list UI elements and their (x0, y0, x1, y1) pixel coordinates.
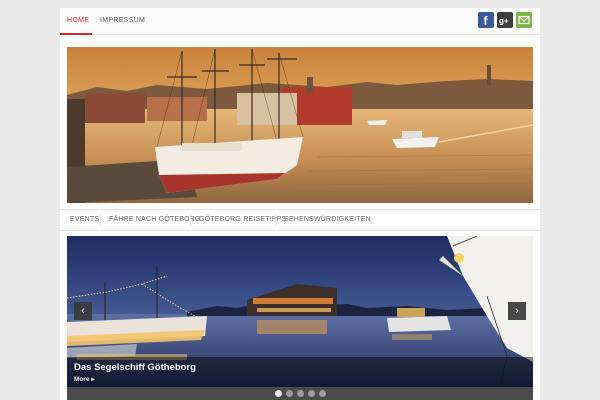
catnav-item-events[interactable]: EVENTS (70, 210, 99, 230)
slider-pagination (67, 387, 533, 400)
slider-dot-5[interactable] (319, 390, 326, 397)
catnav-item-sehenswuerdigkeiten[interactable]: SEHENSWÜRDIGKEITEN (284, 210, 371, 230)
top-navigation: HOME IMPRESSUM f g+ (60, 8, 540, 35)
slider-prev-button[interactable]: ‹ (74, 302, 92, 320)
svg-text:f: f (484, 14, 489, 28)
slider-dot-2[interactable] (286, 390, 293, 397)
slider-next-button[interactable]: › (508, 302, 526, 320)
page-container: HOME IMPRESSUM f g+ EVENTS FÄHRE NACH GÖ… (60, 8, 540, 400)
google-plus-icon[interactable]: g+ (497, 12, 513, 28)
svg-text:g+: g+ (499, 17, 509, 26)
category-navigation: EVENTS FÄHRE NACH GÖTEBORG GÖTEBORG REIS… (60, 209, 540, 231)
catnav-divider (190, 214, 191, 226)
active-nav-indicator (60, 33, 92, 35)
nav-item-impressum[interactable]: IMPRESSUM (100, 8, 145, 34)
catnav-item-faehre[interactable]: FÄHRE NACH GÖTEBORG (109, 210, 201, 230)
slide-more-link[interactable]: More ▸ (74, 375, 95, 383)
catnav-divider (275, 214, 276, 226)
nav-item-home[interactable]: HOME (67, 8, 89, 34)
mail-icon[interactable] (516, 12, 532, 28)
slider-dot-3[interactable] (297, 390, 304, 397)
slide-caption-title[interactable]: Das Segelschiff Götheborg (74, 362, 196, 373)
slider-dot-4[interactable] (308, 390, 315, 397)
slider-dot-1[interactable] (275, 390, 282, 397)
slide-caption: Das Segelschiff Götheborg More ▸ (67, 357, 533, 387)
catnav-item-reisetipps[interactable]: GÖTEBORG REISETIPPS (199, 210, 286, 230)
catnav-divider (100, 214, 101, 226)
image-slider: ‹ › Das Segelschiff Götheborg More ▸ (67, 236, 533, 400)
facebook-icon[interactable]: f (478, 12, 494, 28)
header-harbor-image (67, 47, 533, 203)
chevron-right-icon: › (515, 305, 519, 317)
chevron-left-icon: ‹ (81, 305, 85, 317)
